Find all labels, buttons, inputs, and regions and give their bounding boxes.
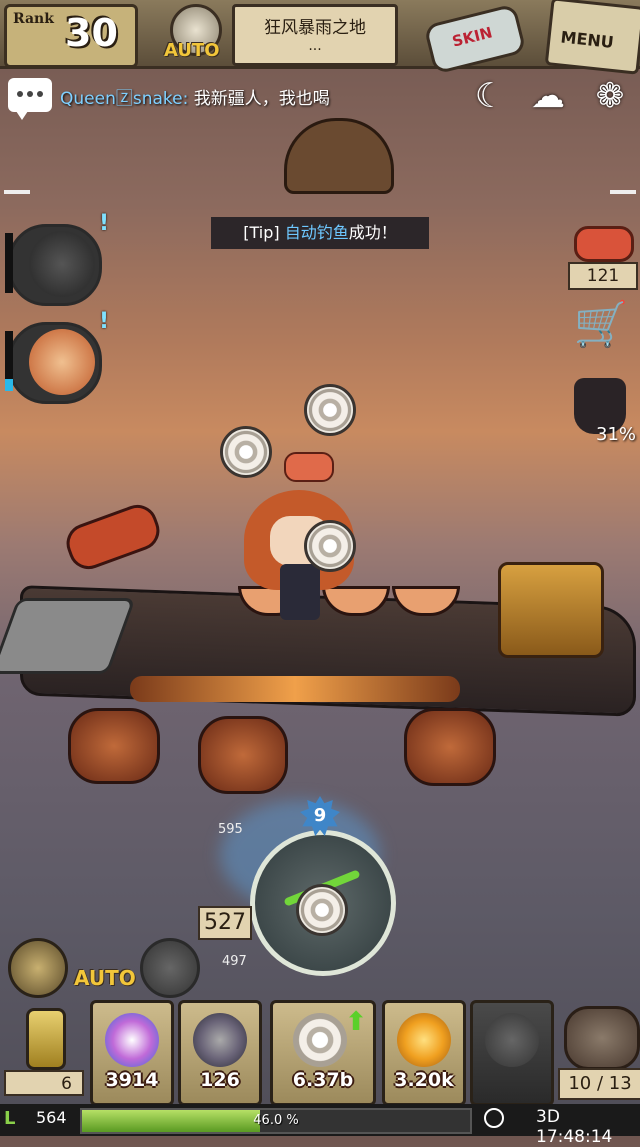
alert-icon: ! bbox=[98, 211, 109, 236]
rank-label: Rank bbox=[13, 11, 54, 27]
parachute-drop[interactable] bbox=[284, 118, 394, 194]
cloud-upload-icon[interactable]: ☁ bbox=[526, 74, 570, 118]
location-scroll[interactable]: 狂风暴雨之地 ... bbox=[232, 4, 398, 66]
upgrade-arrow-icon: ⬆ bbox=[345, 1007, 367, 1037]
companion-2-bar bbox=[5, 331, 13, 391]
hourglass-count: 6 bbox=[4, 1070, 84, 1096]
level-icon: L bbox=[4, 1108, 16, 1129]
girl-portrait-icon bbox=[29, 329, 95, 395]
rank-value: 30 bbox=[65, 11, 118, 55]
pearl-count: 3914 bbox=[105, 1069, 159, 1091]
shell-icon[interactable] bbox=[220, 426, 272, 478]
chat-message[interactable]: Queen🅉snake: 我新疆人，我也喝 bbox=[60, 84, 330, 109]
depth-top: 595 bbox=[218, 822, 243, 837]
compass-icon[interactable] bbox=[8, 938, 68, 998]
lock-icon bbox=[485, 1013, 539, 1067]
web-stone-icon bbox=[193, 1013, 247, 1067]
auto-fight-button[interactable]: AUTO bbox=[70, 936, 136, 994]
rank-badge[interactable]: Rank 30 bbox=[4, 4, 138, 68]
hourglass-icon[interactable] bbox=[8, 1004, 78, 1070]
auto-top-label: AUTO bbox=[164, 40, 220, 61]
game-clock: 3D 17:48:14 bbox=[536, 1107, 613, 1147]
skin-button[interactable]: SKIN bbox=[423, 3, 527, 75]
inventory-card-locked[interactable] bbox=[470, 1000, 554, 1106]
shell-icon bbox=[293, 1013, 347, 1067]
inventory-card-gold-ore[interactable]: 3.20k bbox=[382, 1000, 466, 1106]
tip-banner: [Tip] 自动钓鱼成功！ bbox=[211, 217, 429, 249]
left-edge-marker bbox=[4, 190, 30, 194]
boat-glow bbox=[130, 676, 460, 702]
exp-bar: 46.0 % bbox=[80, 1108, 472, 1134]
exp-percent: 46.0 % bbox=[253, 1113, 299, 1128]
menu-label: MENU bbox=[559, 27, 615, 52]
meat-icon[interactable] bbox=[574, 226, 634, 262]
meat-float-icon[interactable] bbox=[284, 452, 334, 482]
shell-icon[interactable] bbox=[296, 884, 348, 936]
inventory-card-web-stone[interactable]: 126 bbox=[178, 1000, 262, 1106]
clock-icon bbox=[484, 1108, 504, 1128]
rock-icon bbox=[68, 708, 160, 784]
hooded-creature-icon bbox=[29, 231, 95, 297]
location-sub: ... bbox=[308, 38, 322, 54]
menu-button[interactable]: MENU bbox=[544, 0, 640, 75]
tip-suffix: 成功！ bbox=[348, 223, 397, 242]
auto-fight-label: AUTO bbox=[74, 966, 136, 990]
companion-1-bar bbox=[5, 233, 13, 293]
pearl-icon bbox=[105, 1013, 159, 1067]
gold-ore-icon bbox=[397, 1013, 451, 1067]
moon-icon[interactable]: ☾ bbox=[468, 74, 512, 118]
chat-bubble-icon[interactable] bbox=[8, 78, 52, 120]
meat-count: 121 bbox=[568, 262, 638, 290]
rock-icon bbox=[404, 708, 496, 786]
chat-text: 我新疆人，我也喝 bbox=[193, 89, 330, 109]
crosshair-icon[interactable] bbox=[140, 938, 200, 998]
chat-separator: : bbox=[182, 89, 189, 109]
character-body bbox=[280, 564, 320, 620]
treasure-chest-icon[interactable] bbox=[498, 562, 604, 658]
backpack-icon[interactable] bbox=[564, 1006, 640, 1070]
sausage-icon bbox=[60, 499, 166, 575]
chat-sender: Queen🅉snake bbox=[60, 89, 183, 109]
tip-highlight: 自动钓鱼 bbox=[284, 223, 349, 242]
cloud-icon[interactable]: ❁ bbox=[588, 74, 632, 118]
shell-icon[interactable] bbox=[304, 520, 356, 572]
rock-icon bbox=[198, 716, 288, 794]
shell-count: 6.37b bbox=[292, 1069, 354, 1091]
companion-avatar-2[interactable]: ! bbox=[5, 309, 109, 404]
shell-icon[interactable] bbox=[304, 384, 356, 436]
depth-bottom: 497 bbox=[222, 954, 247, 969]
companion-avatar-1[interactable]: ! bbox=[5, 211, 109, 306]
depth-current: 527 bbox=[198, 906, 252, 940]
right-edge-marker bbox=[610, 190, 636, 194]
shop-cart-icon[interactable]: 🛒 bbox=[572, 296, 630, 354]
inventory-card-shell[interactable]: 6.37b ⬆ bbox=[270, 1000, 376, 1106]
bag-count: 10 / 13 bbox=[558, 1068, 640, 1100]
tip-prefix: [Tip] bbox=[243, 223, 285, 242]
progress-percent: 31% bbox=[596, 424, 637, 445]
player-level: 564 bbox=[36, 1108, 67, 1127]
web-stone-count: 126 bbox=[200, 1069, 240, 1091]
inventory-card-pearl[interactable]: 3914 bbox=[90, 1000, 174, 1106]
gold-ore-count: 3.20k bbox=[394, 1069, 454, 1091]
location-title: 狂风暴雨之地 bbox=[264, 18, 366, 38]
auto-top-button[interactable]: AUTO bbox=[160, 2, 230, 64]
alert-icon: ! bbox=[98, 309, 109, 334]
